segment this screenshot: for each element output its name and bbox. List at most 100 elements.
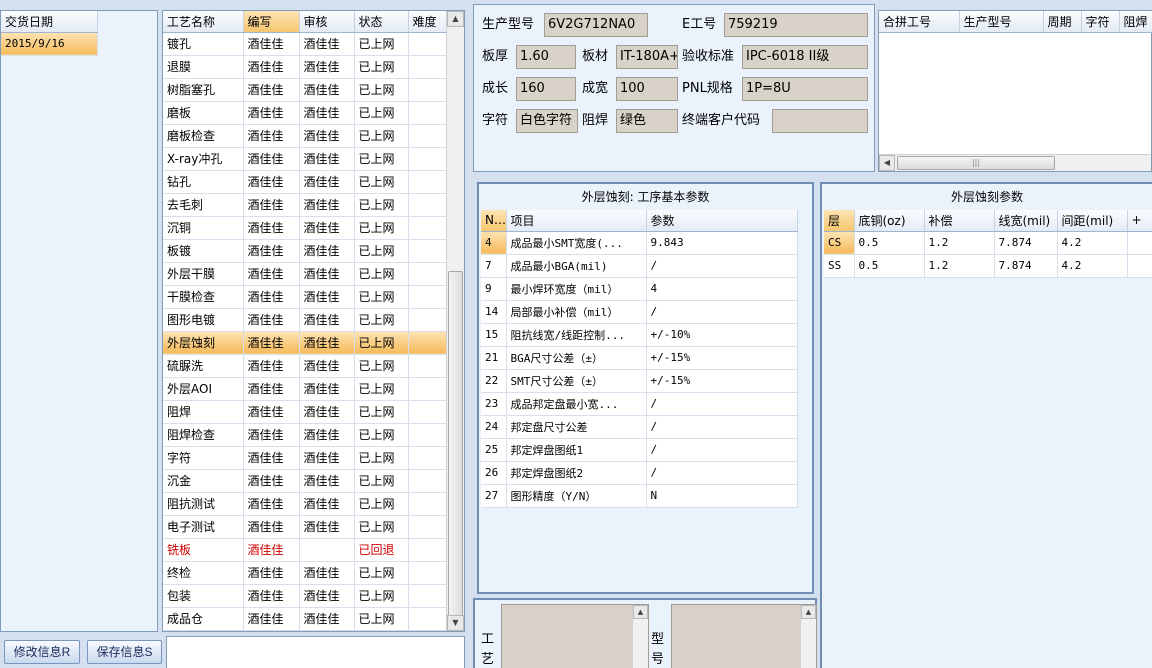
process-cell[interactable]: 酒佳佳	[299, 239, 355, 263]
process-row[interactable]: 包装 酒佳佳 酒佳佳 已上网	[163, 584, 447, 608]
process-cell[interactable]: 酒佳佳	[243, 561, 300, 585]
process-cell[interactable]: 酒佳佳	[243, 515, 300, 539]
etch-cell[interactable]: CS	[824, 231, 855, 255]
craft-memo-scrollbar[interactable]: ▲	[632, 605, 648, 668]
process-cell[interactable]: 酒佳佳	[243, 446, 300, 470]
etch-cell[interactable]: 0.5	[854, 254, 925, 278]
e-number-field[interactable]: 759219	[724, 13, 868, 37]
process-cell[interactable]	[408, 124, 447, 148]
standard-field[interactable]: IPC-6018 II级	[742, 45, 868, 69]
param-row[interactable]: 14 局部最小补偿（mil） /	[481, 300, 798, 324]
process-cell[interactable]	[408, 147, 447, 171]
process-cell[interactable]: 酒佳佳	[299, 423, 355, 447]
process-row[interactable]: 去毛刺 酒佳佳 酒佳佳 已上网	[163, 193, 447, 217]
etch-cell[interactable]: 7.874	[994, 231, 1058, 255]
etch-row[interactable]: CS 0.5 1.2 7.874 4.2	[824, 231, 1152, 255]
width-field[interactable]: 100	[616, 77, 678, 101]
process-cell[interactable]: 已上网	[354, 216, 409, 240]
process-cell[interactable]	[408, 515, 447, 539]
process-cell[interactable]: 已上网	[354, 561, 409, 585]
process-cell[interactable]: 酒佳佳	[243, 308, 300, 332]
process-cell[interactable]: 酒佳佳	[243, 239, 300, 263]
process-row[interactable]: 成品仓 酒佳佳 酒佳佳 已上网	[163, 607, 447, 631]
process-cell[interactable]: 外层AOI	[163, 377, 244, 401]
process-cell[interactable]: 酒佳佳	[299, 285, 355, 309]
process-cell[interactable]: 酒佳佳	[243, 354, 300, 378]
model-field[interactable]: 6V2G712NA0	[544, 13, 648, 37]
process-cell[interactable]: 酒佳佳	[299, 170, 355, 194]
process-cell[interactable]: 磨板	[163, 101, 244, 125]
process-cell[interactable]: 已上网	[354, 515, 409, 539]
process-grid-scrollbar[interactable]: ▲ ▼	[446, 11, 464, 631]
process-cell[interactable]	[408, 262, 447, 286]
process-cell[interactable]	[408, 400, 447, 424]
process-cell[interactable]: 铣板	[163, 538, 244, 562]
etch-cell[interactable]: 1.2	[924, 254, 995, 278]
param-cell[interactable]: 4	[481, 231, 507, 255]
process-cell[interactable]: 酒佳佳	[299, 446, 355, 470]
param-cell[interactable]: +/-15%	[646, 369, 798, 393]
process-cell[interactable]: 酒佳佳	[299, 262, 355, 286]
process-row[interactable]: 阻抗测试 酒佳佳 酒佳佳 已上网	[163, 492, 447, 516]
param-cell[interactable]: /	[646, 254, 798, 278]
process-cell[interactable]: 终检	[163, 561, 244, 585]
process-cell[interactable]: 酒佳佳	[299, 377, 355, 401]
process-cell[interactable]	[408, 354, 447, 378]
process-cell[interactable]: 酒佳佳	[243, 216, 300, 240]
process-cell[interactable]: 酒佳佳	[243, 423, 300, 447]
process-cell[interactable]: 酒佳佳	[243, 607, 300, 631]
process-cell[interactable]	[408, 285, 447, 309]
process-row[interactable]: 铣板 酒佳佳 已回退	[163, 538, 447, 562]
param-cell[interactable]: 邦定焊盘图纸2	[506, 461, 647, 485]
process-cell[interactable]: 树脂塞孔	[163, 78, 244, 102]
etch-cell[interactable]: 7.874	[994, 254, 1058, 278]
combine-grid-hscrollbar[interactable]: ◀ |||	[879, 154, 1151, 171]
etch-header-3[interactable]: 线宽(mil)	[994, 210, 1058, 232]
param-cell[interactable]: /	[646, 461, 798, 485]
process-cell[interactable]	[408, 55, 447, 79]
process-cell[interactable]: 酒佳佳	[243, 55, 300, 79]
process-cell[interactable]: 酒佳佳	[243, 193, 300, 217]
param-row[interactable]: 25 邦定焊盘图纸1/	[481, 438, 798, 462]
mask-field[interactable]: 绿色	[616, 109, 678, 133]
process-cell[interactable]: 酒佳佳	[243, 147, 300, 171]
param-cell[interactable]: N	[646, 484, 798, 508]
process-cell[interactable]: 已上网	[354, 55, 409, 79]
process-row[interactable]: 阻焊检查 酒佳佳 酒佳佳 已上网	[163, 423, 447, 447]
process-cell[interactable]: 已上网	[354, 147, 409, 171]
param-cell[interactable]: 26	[481, 461, 507, 485]
param-cell[interactable]: 9.843	[646, 231, 798, 255]
process-cell[interactable]: 沉金	[163, 469, 244, 493]
process-cell[interactable]: 外层蚀刻	[163, 331, 244, 355]
process-cell[interactable]	[408, 538, 447, 562]
process-cell[interactable]	[408, 446, 447, 470]
process-cell[interactable]: 酒佳佳	[299, 331, 355, 355]
process-cell[interactable]: 钻孔	[163, 170, 244, 194]
etch-header-2[interactable]: 补偿	[924, 210, 995, 232]
process-cell[interactable]: 酒佳佳	[299, 101, 355, 125]
etch-cell[interactable]: 0.5	[854, 231, 925, 255]
etch-cell[interactable]: 4.2	[1057, 231, 1128, 255]
param-cell[interactable]: SMT尺寸公差（±）	[506, 369, 647, 393]
process-row[interactable]: 磨板检查 酒佳佳 酒佳佳 已上网	[163, 124, 447, 148]
scroll-thumb[interactable]: |||	[897, 156, 1055, 170]
param-cell[interactable]: 15	[481, 323, 507, 347]
process-cell[interactable]	[408, 308, 447, 332]
param-cell[interactable]: 21	[481, 346, 507, 370]
param-row[interactable]: 15 阻抗线宽/线距控制... +/-10%	[481, 323, 798, 347]
process-cell[interactable]	[408, 216, 447, 240]
process-cell[interactable]: 已上网	[354, 285, 409, 309]
process-header-2[interactable]: 审核	[299, 11, 355, 33]
process-cell[interactable]: 已上网	[354, 331, 409, 355]
param-cell[interactable]: 24	[481, 415, 507, 439]
char-field[interactable]: 白色字符	[516, 109, 578, 133]
craft-memo-field[interactable]: ▲	[501, 604, 649, 668]
process-row[interactable]: 树脂塞孔 酒佳佳 酒佳佳 已上网	[163, 78, 447, 102]
process-cell[interactable]	[408, 101, 447, 125]
scroll-up-arrow-icon[interactable]: ▲	[801, 605, 816, 619]
process-cell[interactable]: 已上网	[354, 239, 409, 263]
process-cell[interactable]: 酒佳佳	[243, 262, 300, 286]
process-cell[interactable]	[408, 492, 447, 516]
process-cell[interactable]: 已上网	[354, 446, 409, 470]
process-cell[interactable]	[408, 561, 447, 585]
